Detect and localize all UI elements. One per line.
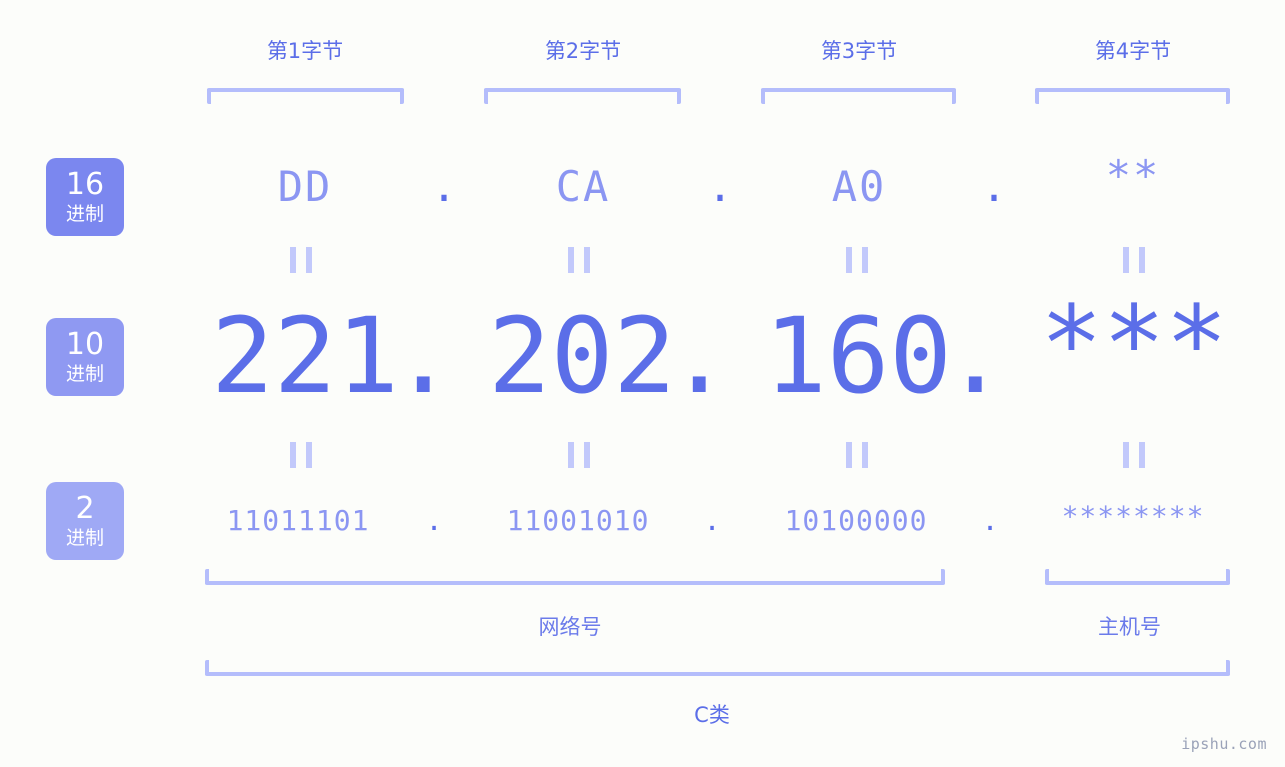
network-id-bracket: [205, 569, 945, 585]
hex-byte-3: A0: [831, 162, 887, 211]
byte-header-3: 第3字节: [820, 39, 898, 63]
decimal-byte-2: 202: [488, 295, 676, 417]
radix-badge-binary-system: 进制: [65, 526, 104, 549]
hex-separator-2: .: [707, 162, 733, 211]
byte-bracket-4: [1035, 88, 1230, 104]
byte-bracket-3: [761, 88, 956, 104]
radix-badge-decimal-number: 10: [65, 326, 105, 362]
equality-marker-2-hex-dec: [568, 247, 590, 273]
radix-badge-hex-system: 进制: [65, 202, 104, 225]
byte-header-1: 第1字节: [266, 39, 344, 63]
network-id-label: 网络号: [538, 615, 602, 639]
binary-separator-3: .: [981, 504, 999, 537]
radix-badge-hex-number: 16: [65, 166, 105, 202]
host-id-label: 主机号: [1098, 615, 1161, 639]
decimal-separator-1: .: [392, 295, 455, 417]
byte-header-4: 第4字节: [1094, 39, 1172, 63]
byte-bracket-1: [207, 88, 404, 104]
byte-bracket-2: [484, 88, 681, 104]
decimal-byte-1: 221: [211, 295, 399, 417]
binary-separator-1: .: [425, 504, 443, 537]
radix-badge-decimal: 10 进制: [46, 318, 124, 396]
equality-marker-1-hex-dec: [290, 247, 312, 273]
radix-badge-decimal-system: 进制: [65, 362, 104, 385]
hex-separator-3: .: [981, 162, 1007, 211]
address-class-bracket: [205, 660, 1230, 676]
equality-marker-3-hex-dec: [846, 247, 868, 273]
equality-marker-3-dec-bin: [846, 442, 868, 468]
radix-badge-binary: 2 进制: [46, 482, 124, 560]
ip-address-breakdown-diagram: 第1字节 第2字节 第3字节 第4字节 16 进制 10 进制 2 进制 DD …: [0, 0, 1285, 767]
binary-byte-1: 11011101: [226, 504, 370, 537]
equality-marker-2-dec-bin: [568, 442, 590, 468]
hex-byte-4: **: [1105, 151, 1161, 200]
binary-byte-2: 11001010: [506, 504, 650, 537]
decimal-separator-2: .: [668, 295, 731, 417]
radix-badge-binary-number: 2: [75, 490, 95, 526]
binary-byte-3: 10100000: [784, 504, 928, 537]
hex-byte-2: CA: [555, 162, 611, 211]
equality-marker-1-dec-bin: [290, 442, 312, 468]
hex-separator-1: .: [431, 162, 457, 211]
hex-byte-1: DD: [277, 162, 333, 211]
site-watermark: ipshu.com: [1181, 735, 1267, 753]
host-id-bracket: [1045, 569, 1230, 585]
decimal-byte-4: ***: [1040, 283, 1228, 405]
decimal-separator-3: .: [944, 295, 1007, 417]
equality-marker-4-dec-bin: [1123, 442, 1145, 468]
equality-marker-4-hex-dec: [1123, 247, 1145, 273]
binary-byte-4: ********: [1061, 500, 1205, 533]
binary-separator-2: .: [703, 504, 721, 537]
decimal-byte-3: 160: [764, 295, 952, 417]
address-class-label: C类: [694, 703, 730, 727]
byte-header-2: 第2字节: [544, 39, 622, 63]
radix-badge-hex: 16 进制: [46, 158, 124, 236]
